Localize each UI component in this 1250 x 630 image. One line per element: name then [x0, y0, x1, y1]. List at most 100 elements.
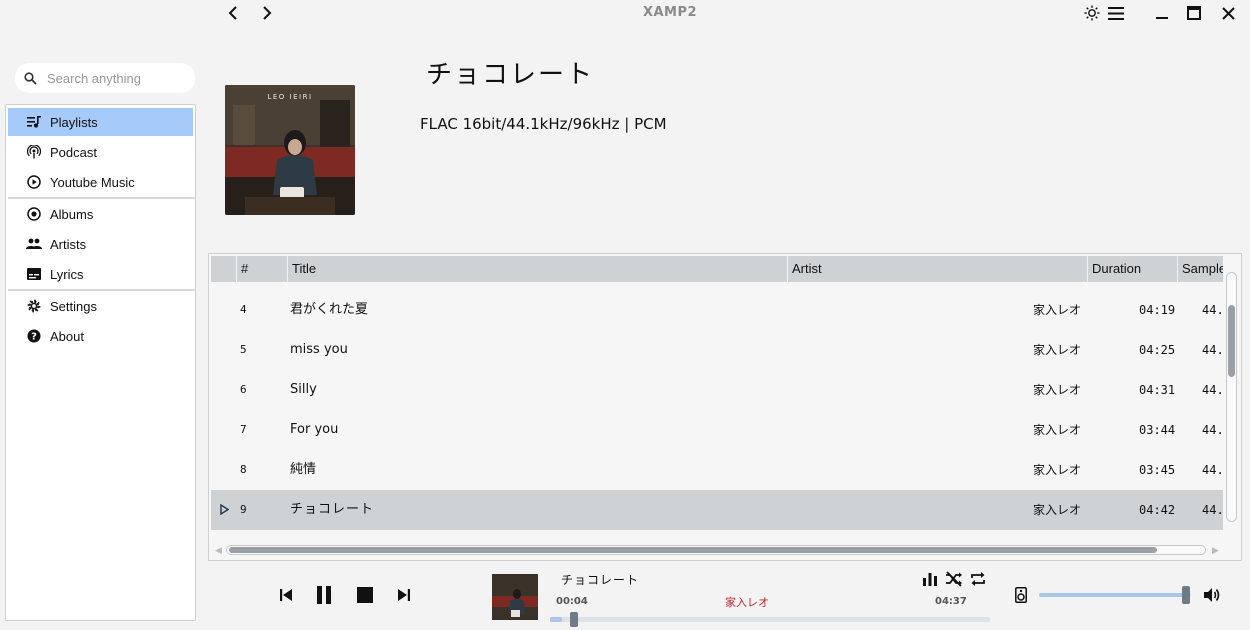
track-number: 7 [240, 423, 247, 436]
scroll-left-arrow-icon[interactable]: ◀ [215, 546, 222, 556]
track-title: 君がくれた夏 [290, 302, 369, 317]
search-icon [24, 71, 37, 85]
seek-bar-handle[interactable] [570, 612, 579, 627]
track-artist: 家入レオ [1033, 423, 1082, 437]
now-playing-cover[interactable] [492, 574, 538, 620]
volume-icon [1204, 588, 1220, 602]
sidebar-item-label: Settings [50, 298, 97, 314]
track-sample-rate: 44.1 [1202, 383, 1224, 397]
track-sample-rate: 44.1 [1202, 503, 1224, 517]
shuffle-off-icon [946, 571, 962, 587]
track-title: Silly [290, 382, 317, 397]
album-title: チョコレート [426, 60, 595, 90]
table-row[interactable]: 7 For you 家入レオ 03:44 44.1 [211, 410, 1224, 450]
track-number: 6 [240, 383, 247, 396]
output-device-button[interactable] [1009, 583, 1033, 607]
people-icon [26, 236, 42, 252]
track-number: 8 [240, 463, 247, 476]
table-row[interactable]: 5 miss you 家入レオ 04:25 44.1 [211, 330, 1224, 370]
sidebar-item-label: Podcast [50, 144, 97, 160]
horizontal-scrollbar[interactable] [226, 545, 1206, 555]
forward-button[interactable] [256, 3, 278, 23]
sidebar-item-settings[interactable]: Settings [8, 292, 193, 320]
column-header-number[interactable]: # [236, 256, 287, 282]
horizontal-scroll-thumb[interactable] [229, 547, 1157, 553]
sidebar-item-playlists[interactable]: Playlists [8, 108, 193, 136]
menu-icon [1108, 6, 1124, 20]
track-artist: 家入レオ [1033, 343, 1082, 357]
search-input[interactable] [47, 70, 177, 86]
next-button[interactable] [392, 583, 416, 607]
sidebar-item-label: About [50, 328, 84, 344]
track-title: 純情 [290, 462, 317, 477]
sidebar-item-artists[interactable]: Artists [8, 230, 193, 258]
column-header-blank [211, 256, 235, 282]
column-header-title[interactable]: Title [287, 256, 787, 282]
vertical-scroll-thumb[interactable] [1228, 305, 1235, 377]
track-sample-rate: 44.1 [1202, 463, 1224, 477]
sidebar: Playlists Podcast Youtube Music Albums A… [5, 104, 196, 621]
track-sample-rate: 44.1 [1202, 303, 1224, 317]
table-row[interactable]: 4 君がくれた夏 家入レオ 04:19 44.1 [211, 290, 1224, 330]
column-header-sample[interactable]: Sample [1177, 256, 1223, 282]
theme-icon [1084, 5, 1100, 21]
lyrics-icon [26, 266, 42, 282]
track-duration: 04:42 [1139, 503, 1176, 517]
now-playing-artist[interactable]: 家入レオ [725, 594, 769, 610]
seek-bar[interactable] [550, 612, 990, 627]
table-row[interactable]: 8 純情 家入レオ 03:45 44.1 [211, 450, 1224, 490]
scroll-right-arrow-icon[interactable]: ▶ [1212, 546, 1219, 556]
track-number: 4 [240, 303, 247, 316]
mute-button[interactable] [1200, 583, 1224, 607]
maximize-button[interactable] [1182, 2, 1206, 24]
column-header-duration[interactable]: Duration [1087, 256, 1177, 282]
sidebar-item-youtube-music[interactable]: Youtube Music [8, 168, 193, 196]
sidebar-item-podcast[interactable]: Podcast [8, 138, 193, 166]
now-playing-title: チョコレート [561, 573, 640, 587]
track-artist: 家入レオ [1033, 383, 1082, 397]
track-duration: 03:44 [1139, 423, 1176, 437]
album-icon [26, 206, 42, 222]
track-table: # Title Artist Duration Sample 4 君がくれた夏 … [208, 253, 1242, 561]
table-row-playing[interactable]: 9 チョコレート 家入レオ 04:42 44.1 [211, 490, 1224, 530]
shuffle-button[interactable] [943, 569, 965, 589]
volume-slider-handle[interactable] [1182, 586, 1191, 604]
track-number: 5 [240, 343, 247, 356]
sidebar-item-label: Playlists [50, 114, 98, 130]
back-button[interactable] [222, 3, 244, 23]
menu-button[interactable] [1104, 2, 1128, 24]
column-header-artist[interactable]: Artist [787, 256, 1087, 282]
pause-icon [317, 586, 331, 604]
sidebar-divider [8, 197, 195, 199]
speaker-icon [1015, 587, 1027, 603]
title-bar: XAMP2 [0, 0, 1250, 26]
minimize-button[interactable] [1150, 2, 1174, 24]
equalizer-button[interactable] [919, 569, 941, 589]
vertical-scrollbar[interactable] [1226, 272, 1237, 522]
theme-button[interactable] [1080, 2, 1104, 24]
sidebar-item-lyrics[interactable]: Lyrics [8, 260, 193, 288]
sidebar-item-about[interactable]: ? About [8, 322, 193, 350]
previous-button[interactable] [274, 583, 298, 607]
play-circle-icon [26, 174, 42, 190]
podcast-icon [26, 144, 42, 160]
stop-button[interactable] [353, 583, 377, 607]
pause-button[interactable] [312, 583, 336, 607]
album-cover: LEO IEIRI [225, 85, 355, 215]
help-icon: ? [26, 328, 42, 344]
table-row[interactable]: 6 Silly 家入レオ 04:31 44.1 [211, 370, 1224, 410]
volume-slider[interactable] [1039, 586, 1191, 604]
repeat-button[interactable] [967, 569, 989, 589]
search-box[interactable] [15, 63, 195, 93]
sidebar-item-albums[interactable]: Albums [8, 200, 193, 228]
track-title: miss you [290, 342, 348, 357]
track-sample-rate: 44.1 [1202, 343, 1224, 357]
close-button[interactable] [1216, 2, 1240, 24]
track-artist: 家入レオ [1033, 503, 1082, 517]
stop-icon [357, 587, 373, 603]
track-number: 9 [240, 503, 247, 516]
sidebar-item-label: Youtube Music [50, 174, 135, 190]
playlist-icon [26, 114, 42, 130]
app-title: XAMP2 [642, 5, 698, 20]
format-info: FLAC 16bit/44.1kHz/96kHz | PCM [420, 115, 667, 133]
